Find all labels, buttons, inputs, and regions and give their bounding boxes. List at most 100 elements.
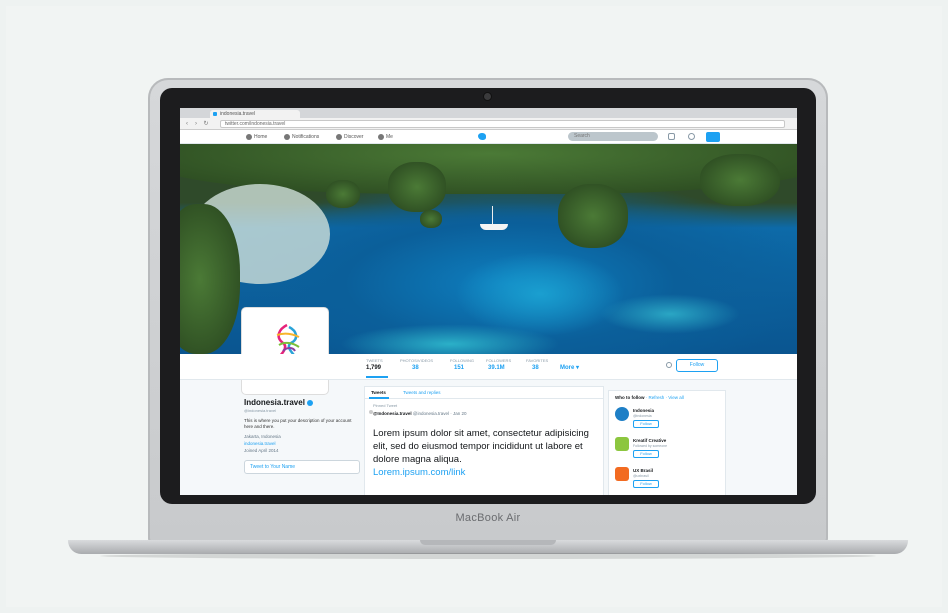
who-to-follow-heading: Who to follow bbox=[615, 395, 645, 400]
follow-button[interactable]: Follow bbox=[676, 359, 718, 372]
laptop-shadow bbox=[100, 553, 876, 559]
stat-tweets-value: 1,799 bbox=[366, 365, 382, 371]
tweet-link[interactable]: Lorem.ipsum.com/link bbox=[373, 467, 465, 478]
profile-card: Indonesia.travel @indonesia.travel This … bbox=[244, 398, 360, 474]
suggestion-avatar[interactable] bbox=[615, 437, 629, 451]
compose-tweet-button[interactable] bbox=[706, 132, 720, 142]
home-icon bbox=[246, 133, 252, 140]
suggestion-item: UX Brasil @uxbrasil Follow bbox=[615, 467, 725, 493]
island-1 bbox=[388, 162, 446, 212]
profile-avatar[interactable]: wonderful indonesia bbox=[242, 308, 328, 394]
island-4 bbox=[558, 184, 628, 248]
laptop-brand-label: MacBook Air bbox=[455, 512, 521, 524]
search-input[interactable]: Search bbox=[568, 132, 658, 141]
suggestion-sub: Followed by someone bbox=[633, 444, 668, 448]
suggestion-avatar[interactable] bbox=[615, 407, 629, 421]
suggestion-follow-button[interactable]: Follow bbox=[633, 420, 659, 428]
tweet-author-meta: @indonesia.travel · Jan 20 bbox=[412, 411, 467, 416]
left-forest bbox=[180, 204, 240, 354]
stat-followers-label: FOLLOWERS bbox=[486, 358, 512, 363]
suggestion-avatar[interactable] bbox=[615, 467, 629, 481]
timeline: Tweets Tweets and replies Pinned Tweet @… bbox=[364, 386, 604, 495]
stat-following-value: 151 bbox=[454, 365, 465, 371]
tab-active-underline bbox=[369, 397, 389, 399]
coral-reef bbox=[340, 324, 560, 354]
camera-icon bbox=[484, 93, 491, 100]
browser-tab[interactable]: indonesia.travel bbox=[210, 110, 300, 118]
profile-bio: This is where you put your description o… bbox=[244, 418, 352, 429]
nav-me-label: Me bbox=[386, 134, 393, 140]
address-bar[interactable]: twitter.com/indonesia.travel bbox=[220, 120, 785, 128]
suggestion-follow-button[interactable]: Follow bbox=[633, 450, 659, 458]
boat-mast bbox=[492, 206, 493, 226]
suggestion-name[interactable]: Kreatif Creative bbox=[633, 438, 666, 443]
profile-joined: Joined April 2014 bbox=[244, 448, 279, 453]
stat-tweets[interactable]: TWEETS 1,799 bbox=[366, 358, 383, 371]
suggestion-item: Kreatif Creative Followed by someone Fol… bbox=[615, 437, 725, 463]
timeline-tabs: Tweets Tweets and replies bbox=[365, 387, 603, 399]
nav-notifications-label: Notifications bbox=[292, 134, 320, 140]
twitter-favicon-icon bbox=[213, 112, 217, 116]
stat-tweets-label: TWEETS bbox=[366, 358, 383, 363]
nav-home-label: Home bbox=[254, 134, 268, 140]
laptop-screen: indonesia.travel ‹ › ↻ twitter.com/indon… bbox=[180, 108, 797, 495]
gear-icon[interactable] bbox=[666, 362, 672, 368]
hashtag-icon bbox=[336, 133, 342, 140]
verified-badge-icon bbox=[307, 399, 314, 406]
messages-icon[interactable] bbox=[668, 133, 675, 140]
stat-followers[interactable]: FOLLOWERS 39.1M bbox=[486, 358, 511, 371]
pinned-tweet-label: Pinned Tweet bbox=[373, 403, 398, 408]
profile-stats-bar: TWEETS 1,799 PHOTOS/VIDEOS 38 FOLLOWING … bbox=[180, 354, 797, 380]
stat-followers-value: 39.1M bbox=[488, 365, 505, 371]
stat-photos[interactable]: PHOTOS/VIDEOS 38 bbox=[400, 358, 433, 371]
profile-handle: @indonesia.travel bbox=[244, 408, 277, 413]
stat-following[interactable]: FOLLOWING 151 bbox=[450, 358, 474, 371]
browser-tab-title: indonesia.travel bbox=[220, 111, 256, 117]
nav-home[interactable]: Home bbox=[246, 133, 267, 141]
tab-tweets[interactable]: Tweets bbox=[371, 390, 386, 395]
browser-toolbar: ‹ › ↻ twitter.com/indonesia.travel bbox=[180, 118, 797, 130]
suggestion-follow-button[interactable]: Follow bbox=[633, 480, 659, 488]
suggestion-name[interactable]: Indonesia bbox=[633, 408, 654, 413]
avatar-menu-icon[interactable] bbox=[688, 133, 695, 140]
user-icon bbox=[378, 133, 384, 140]
tweet-text: Lorem ipsum dolor sit amet, consectetur … bbox=[373, 428, 589, 465]
suggestion-item: Indonesia @indonesia Follow bbox=[615, 407, 725, 433]
tweet-author[interactable]: @Indonesia.travel @indonesia.travel · Ja… bbox=[373, 411, 467, 416]
profile-name-row: Indonesia.travel bbox=[244, 398, 360, 407]
boat bbox=[480, 224, 508, 230]
more-dropdown[interactable]: More ▾ bbox=[560, 364, 579, 371]
twitter-bird-icon[interactable] bbox=[478, 133, 486, 140]
nav-me[interactable]: Me bbox=[378, 133, 393, 141]
laptop-base-notch bbox=[420, 540, 556, 545]
profile-location: Jakarta, Indonesia bbox=[244, 434, 281, 439]
suggestion-name[interactable]: UX Brasil bbox=[633, 468, 653, 473]
island-5 bbox=[700, 154, 780, 206]
suggestion-sub: @indonesia bbox=[633, 414, 652, 418]
profile-name: Indonesia.travel bbox=[244, 398, 305, 407]
nav-discover-label: Discover bbox=[344, 134, 364, 140]
tweet-to-button[interactable]: Tweet to Your Name bbox=[244, 460, 360, 474]
twitter-top-nav: Home Notifications Discover Me Search bbox=[180, 130, 797, 144]
stat-favorites-label: FAVORITES bbox=[526, 358, 549, 363]
stat-following-label: FOLLOWING bbox=[450, 358, 475, 363]
back-arrow-icon[interactable]: ‹ bbox=[184, 121, 190, 127]
forward-arrow-icon[interactable]: › bbox=[193, 121, 199, 127]
tab-tweets-and-replies[interactable]: Tweets and replies bbox=[403, 390, 441, 395]
stat-favorites[interactable]: FAVORITES 38 bbox=[526, 358, 548, 371]
coral-reef-right bbox=[600, 294, 740, 334]
profile-website[interactable]: indonesia.travel bbox=[244, 440, 360, 447]
stat-photos-label: PHOTOS/VIDEOS bbox=[400, 358, 434, 363]
suggestion-sub: @uxbrasil bbox=[633, 474, 649, 478]
nav-notifications[interactable]: Notifications bbox=[284, 133, 319, 141]
nav-discover[interactable]: Discover bbox=[336, 133, 363, 141]
browser-tab-strip: indonesia.travel bbox=[180, 108, 797, 118]
profile-meta: Jakarta, Indonesia indonesia.travel Join… bbox=[244, 433, 360, 454]
bell-icon bbox=[284, 133, 290, 140]
page-background: MacBook Air indonesia.travel ‹ › ↻ twitt… bbox=[0, 0, 948, 613]
reload-icon[interactable]: ↻ bbox=[203, 121, 209, 127]
stat-photos-value: 38 bbox=[412, 365, 419, 371]
stat-favorites-value: 38 bbox=[532, 365, 539, 371]
who-to-follow-refresh[interactable]: · Refresh · View all bbox=[646, 395, 684, 400]
who-to-follow-panel: Who to follow · Refresh · View all Indon… bbox=[608, 390, 726, 495]
